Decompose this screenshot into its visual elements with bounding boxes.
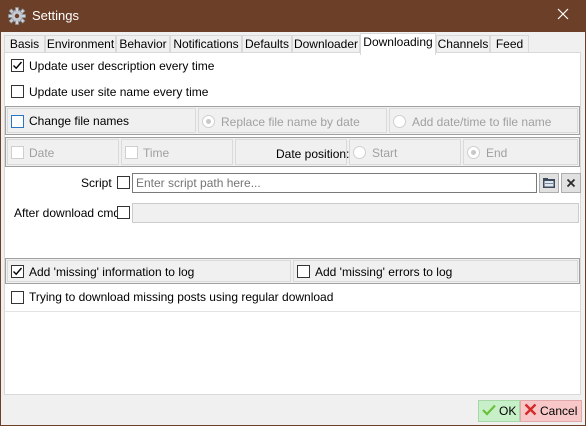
close-icon <box>557 8 569 23</box>
start-radio[interactable] <box>353 146 366 159</box>
after-download-input[interactable] <box>132 203 579 223</box>
regular-download-row: Trying to download missing posts using r… <box>8 285 579 309</box>
clear-icon <box>566 178 576 188</box>
regular-download-checkbox[interactable] <box>11 291 24 304</box>
change-file-names-cell: Change file names <box>7 108 196 133</box>
clear-script-button[interactable] <box>561 173 581 193</box>
close-button[interactable] <box>540 0 586 31</box>
checkmark-icon <box>13 61 23 70</box>
ok-label: OK <box>499 404 517 418</box>
missing-errors-checkbox[interactable] <box>297 265 310 278</box>
add-date-time-cell: Add date/time to file name <box>389 108 578 133</box>
checkmark-icon <box>482 404 496 419</box>
replace-by-date-label: Replace file name by date <box>221 115 360 129</box>
add-date-time-radio[interactable] <box>393 115 406 128</box>
dialog-body: Basis Environment Behavior Notifications… <box>1 32 585 425</box>
start-label: Start <box>372 146 398 160</box>
end-label: End <box>486 146 508 160</box>
update-site-name-label: Update user site name every time <box>29 85 209 99</box>
script-row: Script <box>8 170 581 196</box>
missing-info-checkbox[interactable] <box>11 265 24 278</box>
script-path-input[interactable] <box>132 173 537 193</box>
window-title: Settings <box>32 8 79 23</box>
replace-by-date-radio[interactable] <box>202 115 215 128</box>
change-file-names-checkbox[interactable] <box>11 115 24 128</box>
date-position-cell: Date position: <box>235 139 350 165</box>
update-description-row: Update user description every time <box>8 54 579 78</box>
date-cell: Date <box>7 139 119 165</box>
time-checkbox[interactable] <box>125 146 138 159</box>
cross-icon <box>524 403 537 419</box>
date-position-label: Date position: <box>276 147 350 161</box>
missing-info-cell: Add 'missing' information to log <box>7 260 291 282</box>
update-description-label: Update user description every time <box>29 59 215 73</box>
missing-log-group: Add 'missing' information to log Add 'mi… <box>5 258 580 284</box>
checkmark-icon <box>13 267 23 276</box>
tab-downloading[interactable]: Downloading <box>360 33 436 55</box>
time-label: Time <box>143 146 170 160</box>
time-cell: Time <box>121 139 233 165</box>
after-download-label: After download cmd <box>14 206 121 220</box>
missing-errors-cell: Add 'missing' errors to log <box>293 260 578 282</box>
folder-open-icon <box>543 178 555 188</box>
start-cell: Start <box>349 139 461 165</box>
missing-errors-label: Add 'missing' errors to log <box>315 265 453 279</box>
date-checkbox[interactable] <box>11 146 24 159</box>
script-checkbox[interactable] <box>117 176 130 189</box>
title-bar: Settings <box>0 0 586 32</box>
update-site-name-checkbox[interactable] <box>11 85 24 98</box>
replace-by-date-cell: Replace file name by date <box>198 108 387 133</box>
add-date-time-label: Add date/time to file name <box>412 115 552 129</box>
missing-info-label: Add 'missing' information to log <box>29 265 195 279</box>
change-file-names-label: Change file names <box>29 114 130 128</box>
update-description-checkbox[interactable] <box>11 59 24 72</box>
gear-icon <box>8 7 26 25</box>
update-site-name-row: Update user site name every time <box>8 80 579 104</box>
cancel-label: Cancel <box>540 404 578 418</box>
end-radio[interactable] <box>467 146 480 159</box>
after-download-checkbox[interactable] <box>117 206 130 219</box>
open-script-button[interactable] <box>539 173 559 193</box>
end-cell: End <box>463 139 578 165</box>
downloading-tab-page: Update user description every time Updat… <box>4 52 581 395</box>
after-download-row: After download cmd <box>8 199 579 226</box>
settings-window: Settings Basis Environment Behavior Noti… <box>0 0 586 426</box>
script-label: Script <box>81 176 112 190</box>
ok-button[interactable]: OK <box>478 400 520 422</box>
date-label: Date <box>29 146 55 160</box>
cancel-button[interactable]: Cancel <box>520 400 582 422</box>
separator <box>5 311 580 312</box>
regular-download-label: Trying to download missing posts using r… <box>29 290 334 304</box>
tab-strip: Basis Environment Behavior Notifications… <box>4 33 582 55</box>
date-options-group: Date Time Date position: Start End <box>5 137 580 167</box>
file-name-group: Change file names Replace file name by d… <box>5 106 580 135</box>
